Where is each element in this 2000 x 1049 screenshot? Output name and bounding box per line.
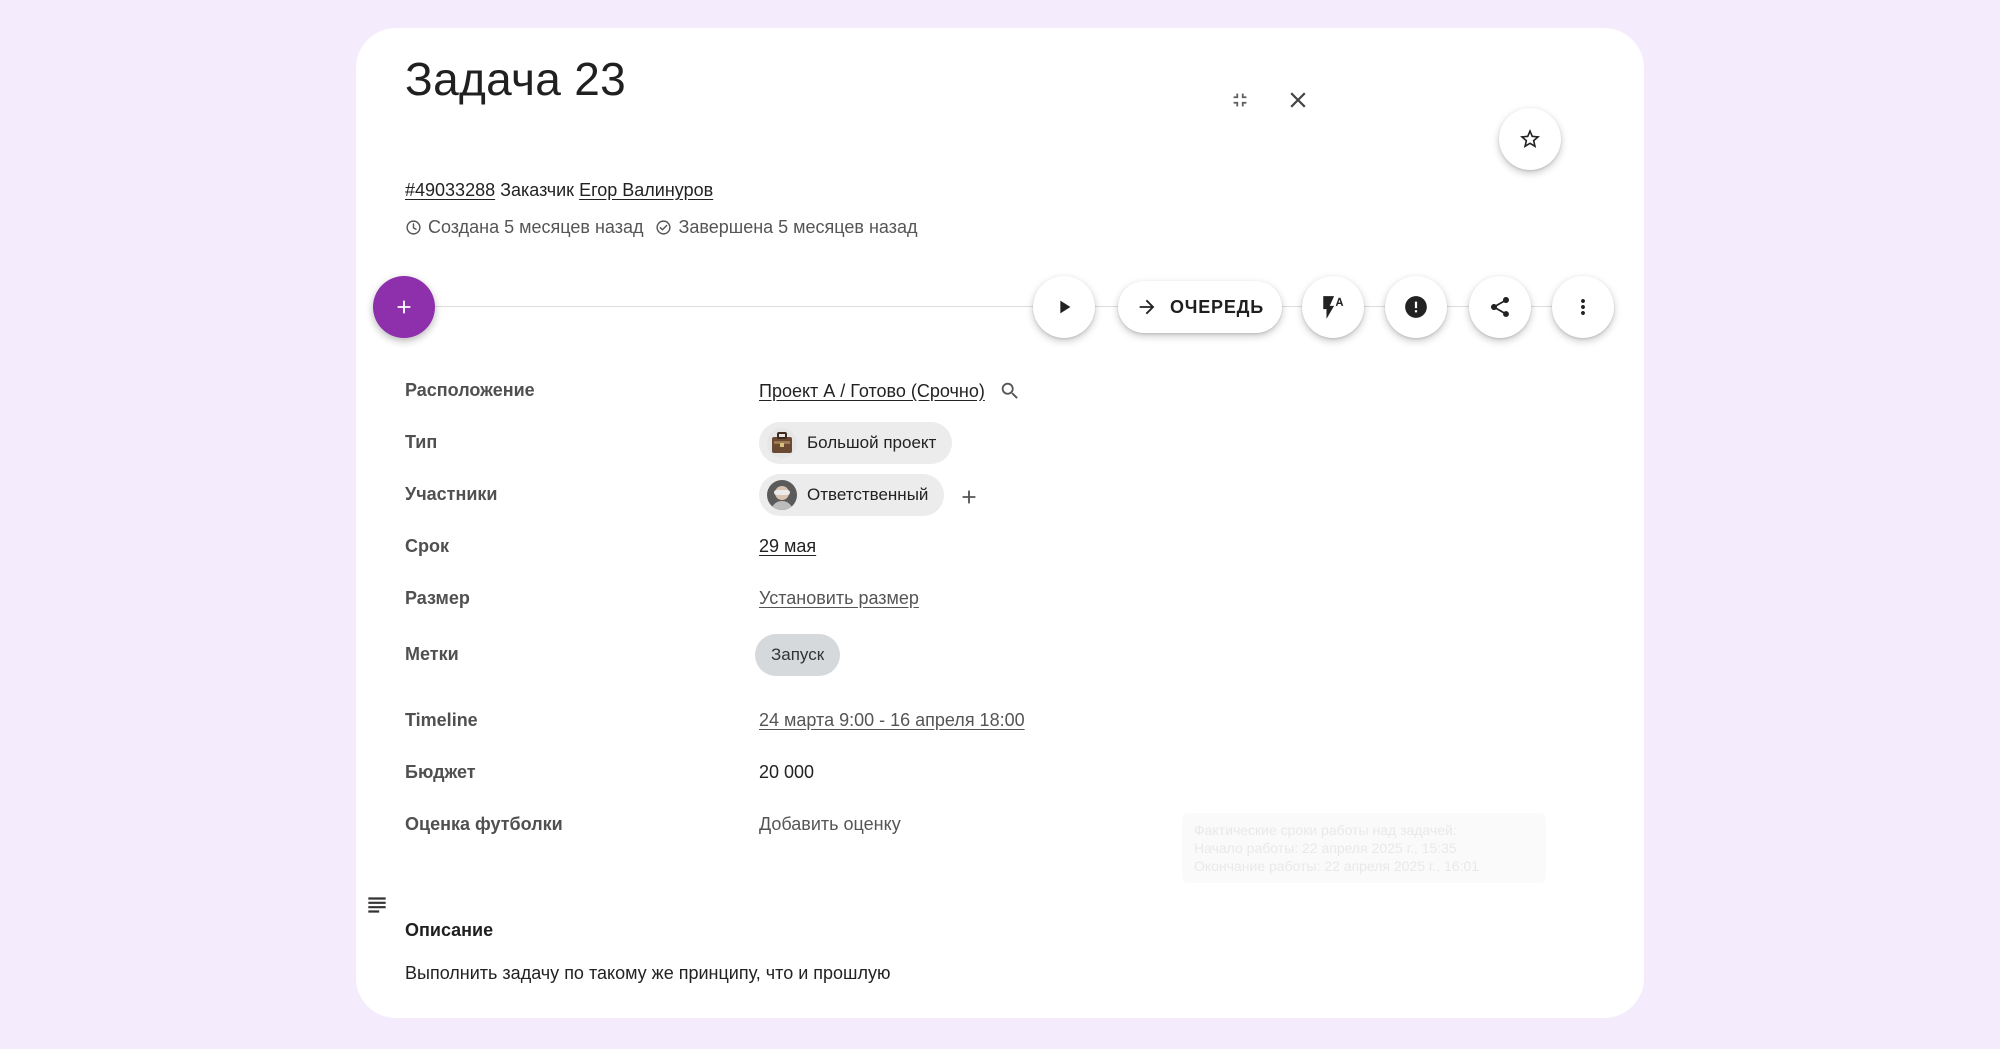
arrow-right-icon: [1136, 296, 1158, 318]
tooltip-line-1: Фактические сроки работы над задачей:: [1194, 822, 1457, 838]
budget-label: Бюджет: [405, 762, 476, 782]
tag-chip[interactable]: Запуск: [755, 634, 841, 676]
check-circle-icon: [655, 219, 672, 236]
more-vert-icon: [1581, 299, 1585, 315]
task-status: Создана 5 месяцев назад Завершена 5 меся…: [405, 217, 918, 238]
work-dates-tooltip: Фактические сроки работы над задачей: На…: [1182, 813, 1546, 883]
tooltip-line-3: Окончание работы: 22 апреля 2025 г., 16:…: [1194, 858, 1480, 874]
play-icon: [1060, 300, 1071, 314]
auto-assign-button[interactable]: [1302, 276, 1364, 338]
timeline-link[interactable]: 24 марта 9:00 - 16 апреля 18:00: [759, 710, 1025, 730]
start-button[interactable]: [1033, 276, 1095, 338]
completed-text: Завершена 5 месяцев назад: [678, 217, 918, 237]
add-member-button[interactable]: [956, 484, 982, 510]
avatar: [767, 480, 797, 510]
members-label: Участники: [405, 484, 498, 504]
priority-button[interactable]: [1385, 276, 1447, 338]
plus-icon: [397, 300, 411, 314]
star-icon: [1520, 129, 1540, 148]
alert-icon: [1405, 296, 1427, 318]
more-button[interactable]: [1552, 276, 1614, 338]
member-chip[interactable]: Ответственный: [759, 474, 945, 516]
timeline-field: 24 марта 9:00 - 16 апреля 18:00: [759, 710, 1025, 731]
collapse-button[interactable]: [1220, 80, 1260, 120]
briefcase-icon: [767, 428, 797, 458]
subject-icon: [368, 897, 386, 913]
type-label: Тип: [405, 432, 438, 452]
type-chip-label: Большой проект: [807, 433, 937, 452]
add-button[interactable]: [373, 276, 435, 338]
collapse-icon: [1233, 93, 1247, 107]
share-button[interactable]: [1469, 276, 1531, 338]
size-field: Установить размер: [759, 588, 919, 609]
tooltip-line-2: Начало работы: 22 апреля 2025 г., 15:35: [1194, 840, 1457, 856]
deadline-field: 29 мая: [759, 536, 816, 557]
description-title: Описание: [405, 920, 494, 940]
budget-value: 20 000: [759, 762, 815, 782]
customer-link[interactable]: Егор Валинуров: [579, 180, 713, 200]
customer-label: Заказчик: [500, 180, 575, 200]
timeline-label: Timeline: [405, 710, 478, 730]
queue-button[interactable]: ОЧЕРЕДЬ: [1118, 281, 1282, 333]
description-text[interactable]: Выполнить задачу по такому же принципу, …: [405, 963, 890, 984]
queue-label: ОЧЕРЕДЬ: [1169, 296, 1265, 317]
close-icon: [1290, 92, 1306, 108]
member-chip-label: Ответственный: [807, 485, 929, 504]
share-icon: [1491, 297, 1509, 317]
clock-icon: [405, 219, 422, 236]
task-card: Задача 23 #49033288 Заказчик Егор Валину…: [356, 28, 1644, 1018]
add-estimate-button[interactable]: Добавить оценку: [759, 814, 901, 835]
type-chip[interactable]: Большой проект: [759, 422, 953, 464]
location-link[interactable]: Проект А / Готово (Срочно): [759, 381, 985, 402]
plus-icon: [962, 490, 976, 504]
close-button[interactable]: [1278, 80, 1318, 120]
size-label: Размер: [405, 588, 470, 608]
tshirt-label: Оценка футболки: [405, 814, 563, 834]
location-field: Проект А / Готово (Срочно): [759, 380, 1021, 402]
search-icon[interactable]: [999, 380, 1021, 402]
task-meta: #49033288 Заказчик Егор Валинуров: [405, 180, 713, 201]
location-label: Расположение: [405, 380, 535, 400]
created-text: Создана 5 месяцев назад: [428, 217, 644, 237]
deadline-label: Срок: [405, 536, 449, 556]
task-id-link[interactable]: #49033288: [405, 180, 495, 200]
page-title: Задача 23: [405, 53, 626, 105]
flash-auto-icon: [1323, 296, 1344, 319]
favorite-button[interactable]: [1499, 108, 1561, 170]
set-size-link[interactable]: Установить размер: [759, 588, 919, 608]
deadline-link[interactable]: 29 мая: [759, 536, 816, 556]
tags-label: Метки: [405, 644, 459, 664]
